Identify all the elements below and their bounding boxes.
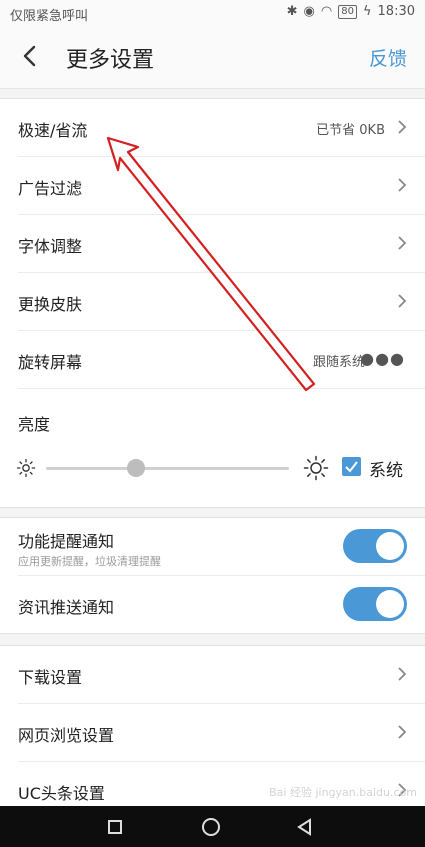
chevron-right-icon — [398, 294, 407, 308]
settings-row-download[interactable]: 下载设置 — [18, 646, 425, 704]
wifi-icon: ◠ — [320, 4, 333, 19]
row-label: 网页浏览设置 — [18, 726, 115, 745]
chevron-right-icon — [398, 667, 407, 681]
row-label: 资讯推送通知 — [18, 598, 115, 617]
back-arrow-icon[interactable] — [18, 43, 44, 69]
settings-row-web-browsing[interactable]: 网页浏览设置 — [18, 704, 425, 762]
toggle-knob — [376, 590, 404, 618]
settings-row-feature-notify: 功能提醒通知 应用更新提醒，垃圾清理提醒 — [18, 518, 425, 576]
sun-large-icon — [303, 455, 329, 481]
settings-row-rotate-screen[interactable]: 旋转屏幕 跟随系统 ●●● — [18, 331, 425, 389]
toggle-knob — [376, 532, 404, 560]
settings-row-news-push: 资讯推送通知 — [18, 576, 425, 633]
watermark: Bai 经验 jingyan.baidu.com — [269, 786, 417, 799]
sun-small-icon — [16, 458, 36, 478]
brightness-slider-track[interactable] — [46, 467, 289, 470]
checkmark-icon — [345, 461, 358, 473]
chevron-right-icon — [398, 120, 407, 134]
row-label: 旋转屏幕 — [18, 353, 83, 372]
brightness-label: 亮度 — [18, 415, 51, 434]
system-brightness-label: 系统 — [369, 461, 403, 481]
settings-row-font-size[interactable]: 字体调整 — [18, 215, 425, 273]
row-label: 更换皮肤 — [18, 295, 83, 314]
nav-back-icon[interactable] — [296, 818, 312, 836]
chevron-right-icon — [398, 725, 407, 739]
row-label: 极速/省流 — [18, 121, 88, 140]
settings-row-skin[interactable]: 更换皮肤 — [18, 273, 425, 331]
row-label: 字体调整 — [18, 237, 83, 256]
row-label: 功能提醒通知 — [18, 532, 115, 551]
row-value: 跟随系统 — [312, 355, 365, 370]
settings-row-speed-mode[interactable]: 极速/省流 已节省 0KB — [18, 99, 425, 157]
brightness-control: 亮度 系统 — [0, 389, 425, 507]
title-bar: 更多设置 反馈 — [0, 26, 425, 89]
recent-apps-icon[interactable] — [108, 820, 122, 834]
bluetooth-icon: ✱ — [286, 4, 298, 19]
carrier-text: 仅限紧急呼叫 — [10, 9, 89, 24]
home-icon[interactable] — [202, 818, 220, 836]
battery-icon: 80 — [338, 4, 357, 19]
brightness-slider-thumb[interactable] — [126, 459, 145, 477]
charging-icon: ϟ — [362, 4, 372, 19]
eye-icon: ◉ — [303, 4, 315, 19]
row-label: UC头条设置 — [18, 784, 105, 803]
row-label: 广告过滤 — [18, 179, 83, 198]
system-nav-bar — [0, 806, 425, 847]
status-icons: ✱ ◉ ◠ 80 ϟ 18:30 — [287, 4, 415, 19]
feature-notify-toggle[interactable] — [343, 529, 407, 563]
row-sublabel: 应用更新提醒，垃圾清理提醒 — [18, 555, 161, 568]
feedback-button[interactable]: 反馈 — [369, 44, 407, 71]
page-title: 更多设置 — [66, 48, 155, 73]
settings-group-general: 极速/省流 已节省 0KB 广告过滤 字体调整 更换皮肤 旋转屏幕 跟随系统 ●… — [0, 98, 425, 508]
chevron-right-icon — [398, 178, 407, 192]
clock: 18:30 — [377, 4, 415, 19]
system-brightness-checkbox[interactable] — [342, 457, 361, 476]
row-label: 下载设置 — [18, 668, 83, 687]
more-dots-icon[interactable]: ●●● — [360, 349, 405, 368]
chevron-right-icon — [398, 236, 407, 250]
row-value: 已节省 0KB — [316, 123, 385, 138]
status-bar: 仅限紧急呼叫 ✱ ◉ ◠ 80 ϟ 18:30 — [0, 0, 425, 26]
news-push-toggle[interactable] — [343, 587, 407, 621]
settings-group-notifications: 功能提醒通知 应用更新提醒，垃圾清理提醒 资讯推送通知 — [0, 517, 425, 634]
settings-row-ad-filter[interactable]: 广告过滤 — [18, 157, 425, 215]
